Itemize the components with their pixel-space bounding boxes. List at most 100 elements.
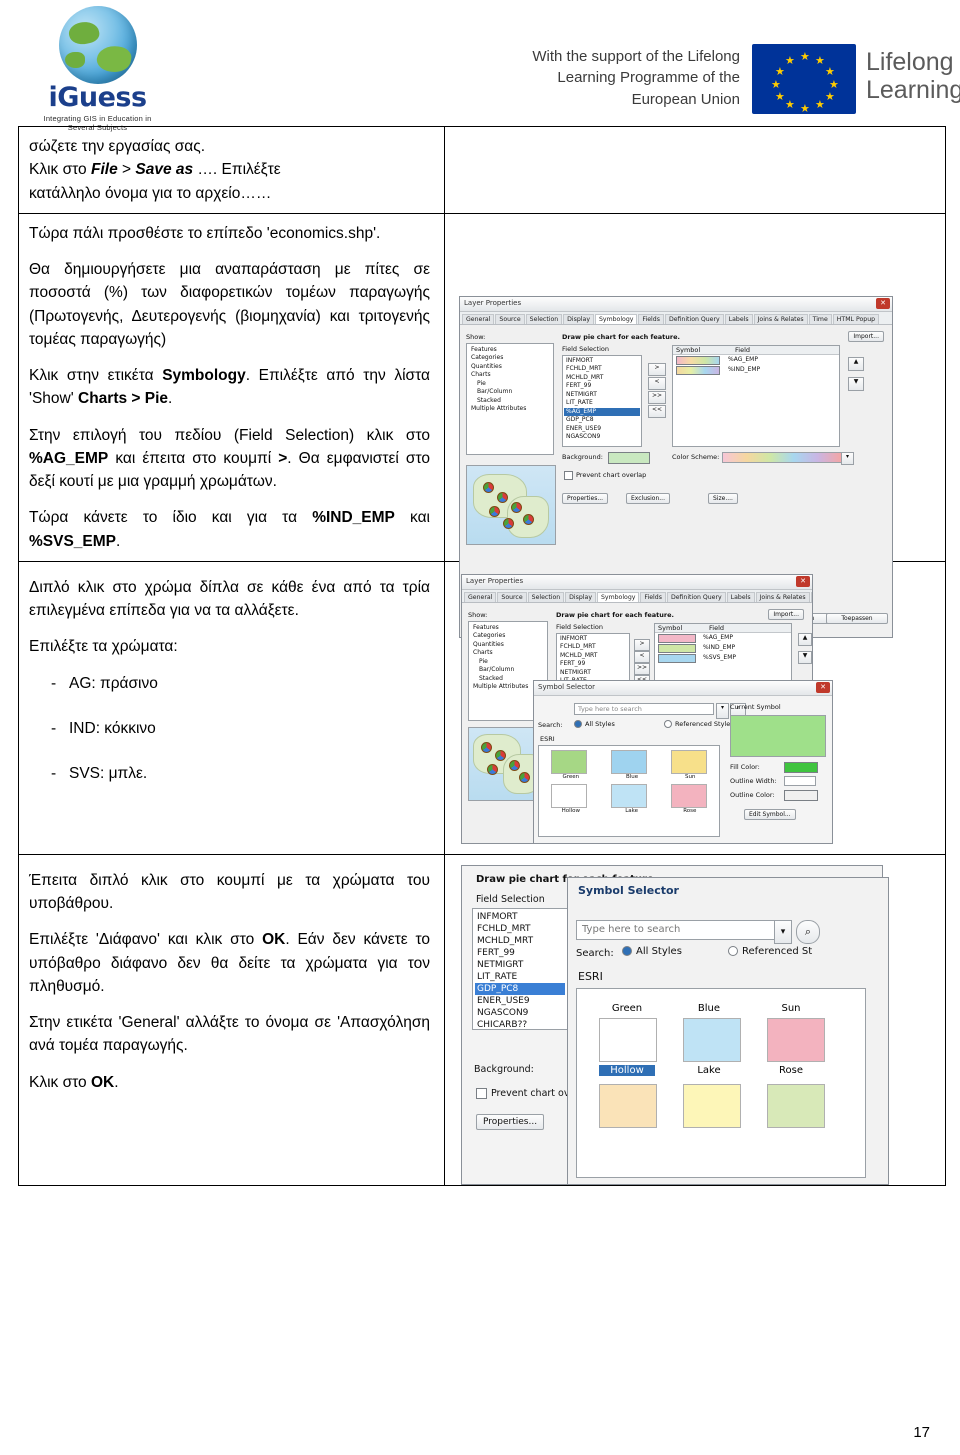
- prevent-overlap-checkbox[interactable]: [564, 470, 573, 480]
- close-icon[interactable]: ✕: [796, 575, 810, 587]
- tab-definition-query[interactable]: Definition Query: [666, 591, 726, 602]
- tree-bar-column[interactable]: Bar/Column: [471, 666, 545, 675]
- tree-quantities[interactable]: Quantities: [471, 641, 545, 650]
- all-styles-radio[interactable]: [574, 719, 582, 728]
- tab-source[interactable]: Source: [495, 313, 525, 324]
- symbol-swatch-ind[interactable]: [658, 643, 696, 653]
- field-item[interactable]: LIT_RATE: [475, 971, 565, 983]
- symbol-swatch-ag[interactable]: [658, 633, 696, 643]
- field-item[interactable]: GDP_PC8: [564, 416, 640, 425]
- background-color-swatch[interactable]: [608, 451, 650, 464]
- field-item[interactable]: ENER_USE9: [564, 425, 640, 434]
- tab-time[interactable]: Time: [810, 591, 812, 602]
- selected-field-row[interactable]: %AG_EMP: [701, 634, 735, 643]
- swatch-sun[interactable]: [671, 749, 707, 774]
- field-item-selected[interactable]: %AG_EMP: [564, 407, 640, 417]
- properties-button-zoom[interactable]: Properties...: [476, 1113, 545, 1130]
- edit-symbol-button[interactable]: Edit Symbol...: [744, 808, 796, 820]
- tree-multiple-attributes[interactable]: Multiple Attributes: [469, 405, 551, 414]
- tab-fields[interactable]: Fields: [640, 591, 666, 602]
- show-tree[interactable]: Features Categories Quantities Charts Pi…: [466, 342, 554, 455]
- field-item[interactable]: FCHLD_MRT: [475, 923, 565, 935]
- field-item[interactable]: MCHLD_MRT: [558, 652, 628, 661]
- tab-time[interactable]: Time: [808, 313, 832, 324]
- swatch-extra-1[interactable]: [599, 1083, 657, 1128]
- close-icon[interactable]: ✕: [876, 297, 890, 309]
- dialog-tabbar[interactable]: General Source Selection Display Symbolo…: [462, 589, 812, 603]
- tree-stacked[interactable]: Stacked: [469, 397, 551, 406]
- symbol-selector-dialog-1[interactable]: Symbol Selector ✕ Type here to search ▾ …: [533, 679, 833, 844]
- tab-general[interactable]: General: [464, 591, 497, 602]
- tab-html-popup[interactable]: HTML Popup: [832, 313, 880, 324]
- selected-field-row[interactable]: %SVS_EMP: [701, 654, 738, 663]
- swatch-rose[interactable]: [671, 783, 707, 808]
- swatch-rose-big[interactable]: [767, 1017, 825, 1062]
- field-item[interactable]: NETMIGRT: [475, 959, 565, 971]
- selected-field-row[interactable]: %AG_EMP: [726, 356, 760, 365]
- tree-pie[interactable]: Pie: [471, 658, 545, 667]
- field-item[interactable]: MCHLD_MRT: [475, 935, 565, 947]
- selected-field-row[interactable]: %IND_EMP: [701, 644, 737, 653]
- tab-fields[interactable]: Fields: [638, 313, 664, 324]
- remove-field-button[interactable]: <: [648, 376, 666, 390]
- symbol-selector-dialog-2[interactable]: Symbol Selector Type here to search ▾ ⌕ …: [567, 876, 889, 1185]
- add-field-button[interactable]: >: [648, 362, 666, 376]
- field-item[interactable]: FCHLD_MRT: [558, 643, 628, 652]
- symbol-search-input[interactable]: Type here to search: [574, 702, 714, 715]
- symbol-swatch-ind[interactable]: [676, 365, 720, 375]
- tree-categories[interactable]: Categories: [469, 354, 551, 363]
- swatch-blue[interactable]: [611, 749, 647, 774]
- add-all-fields-button[interactable]: >>: [634, 662, 650, 675]
- tab-definition-query[interactable]: Definition Query: [664, 313, 724, 324]
- all-styles-radio-zoom[interactable]: [622, 946, 632, 957]
- tree-charts[interactable]: Charts: [469, 371, 551, 380]
- add-all-fields-button[interactable]: >>: [648, 390, 666, 404]
- field-item[interactable]: NGASCON9: [564, 433, 640, 442]
- tab-general[interactable]: General: [462, 313, 495, 324]
- tree-categories[interactable]: Categories: [471, 632, 545, 641]
- tab-source[interactable]: Source: [497, 591, 527, 602]
- field-item[interactable]: MCHLD_MRT: [564, 374, 640, 383]
- swatch-lake-big[interactable]: [683, 1017, 741, 1062]
- outline-width-input[interactable]: 0.00: [784, 775, 816, 786]
- symbol-swatch-svs[interactable]: [658, 653, 696, 663]
- field-item[interactable]: ENER_USE9: [475, 995, 565, 1007]
- field-item[interactable]: INFMORT: [564, 357, 640, 366]
- tab-symbology[interactable]: Symbology: [596, 591, 640, 602]
- chevron-down-icon[interactable]: ▾: [841, 451, 854, 465]
- tree-bar-column[interactable]: Bar/Column: [469, 388, 551, 397]
- size-button[interactable]: Size....: [708, 492, 738, 504]
- move-up-button[interactable]: ▲: [848, 356, 864, 371]
- tab-labels[interactable]: Labels: [724, 313, 753, 324]
- symbol-swatch-grid[interactable]: Green Blue Sun Hollow Lake Rose: [538, 744, 720, 837]
- field-item[interactable]: FERT_99: [475, 947, 565, 959]
- fill-color-swatch[interactable]: [784, 761, 818, 773]
- symbol-search-input-zoom[interactable]: Type here to search: [576, 919, 788, 940]
- swatch-hollow-big[interactable]: [599, 1017, 657, 1062]
- tab-selection[interactable]: Selection: [525, 313, 563, 324]
- move-up-button[interactable]: ▲: [798, 632, 812, 646]
- exclusion-button[interactable]: Exclusion...: [626, 492, 670, 504]
- tree-pie[interactable]: Pie: [469, 380, 551, 389]
- dialog-tabbar[interactable]: General Source Selection Display Symbolo…: [460, 311, 892, 325]
- field-item[interactable]: CHICARB??: [475, 1019, 565, 1029]
- chevron-down-icon[interactable]: ▾: [774, 919, 792, 944]
- search-icon[interactable]: ⌕: [796, 919, 820, 944]
- chevron-down-icon[interactable]: ▾: [716, 702, 729, 719]
- field-item[interactable]: NETMIGRT: [558, 669, 628, 678]
- add-field-button[interactable]: >: [634, 638, 650, 651]
- tree-features[interactable]: Features: [469, 346, 551, 355]
- tab-joins-relates[interactable]: Joins & Relates: [753, 313, 808, 324]
- tab-labels[interactable]: Labels: [726, 591, 755, 602]
- field-item[interactable]: FCHLD_MRT: [564, 365, 640, 374]
- import-button[interactable]: Import...: [848, 330, 884, 342]
- outline-color-swatch[interactable]: [784, 789, 818, 801]
- referenced-styles-radio[interactable]: [664, 719, 672, 728]
- tab-display[interactable]: Display: [565, 591, 596, 602]
- import-button[interactable]: Import...: [768, 608, 804, 620]
- tab-symbology[interactable]: Symbology: [594, 313, 638, 324]
- field-list-zoom[interactable]: INFMORT FCHLD_MRT MCHLD_MRT FERT_99 NETM…: [472, 907, 568, 1030]
- prevent-overlap-checkbox-zoom[interactable]: [476, 1087, 487, 1099]
- field-item[interactable]: FERT_99: [564, 382, 640, 391]
- tree-features[interactable]: Features: [471, 624, 545, 633]
